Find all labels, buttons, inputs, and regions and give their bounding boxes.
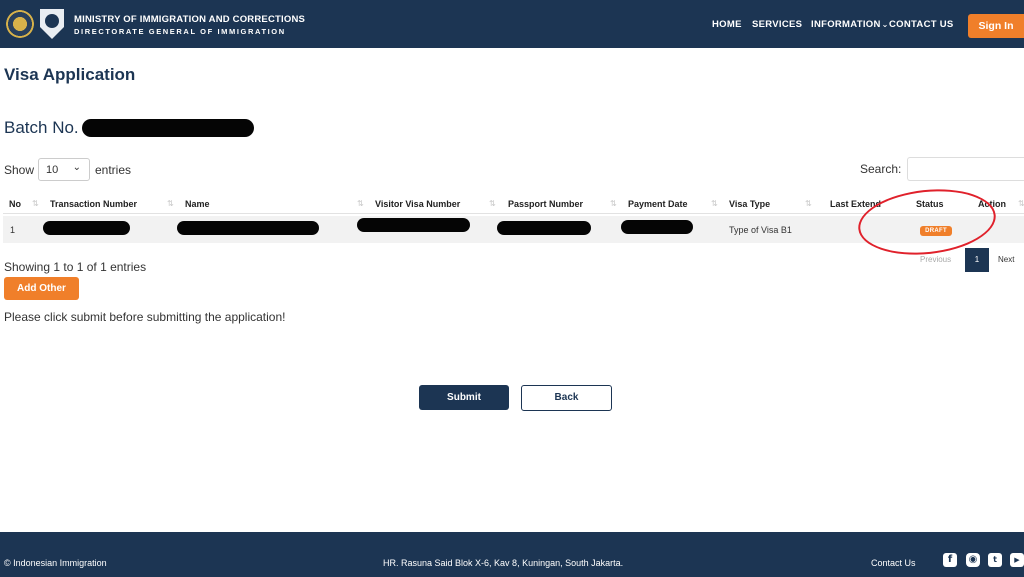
chevron-down-icon: ⌄ [72, 162, 81, 173]
immigration-shield-icon [40, 9, 64, 39]
column-header-passport-number[interactable]: Passport Number [508, 199, 583, 209]
column-header-visa-type[interactable]: Visa Type [729, 199, 770, 209]
search-input[interactable] [907, 157, 1024, 181]
nav-information-label: INFORMATION [811, 19, 881, 30]
top-header: MINISTRY OF IMMIGRATION AND CORRECTIONS … [0, 0, 1024, 48]
show-label: Show [4, 163, 35, 177]
batch-label: Batch No. [4, 118, 79, 137]
sign-in-button[interactable]: Sign In [968, 14, 1024, 38]
column-header-no[interactable]: No [9, 199, 21, 209]
redaction-name [177, 221, 319, 235]
sort-icon[interactable]: ⇅ [711, 199, 718, 208]
entries-label: entries [95, 163, 132, 177]
sort-icon[interactable]: ⇅ [1018, 199, 1024, 208]
nav-home[interactable]: HOME [712, 19, 742, 30]
column-header-visitor-visa-number[interactable]: Visitor Visa Number [375, 199, 460, 209]
redaction-batch-number [82, 119, 254, 137]
facebook-icon[interactable]: f [943, 553, 957, 567]
table-header-divider [3, 213, 1024, 214]
entries-select[interactable]: 10 ⌄ [38, 158, 90, 181]
redaction-visitor-visa-number [357, 218, 470, 232]
submit-notice: Please click submit before submitting th… [4, 310, 286, 324]
nav-services[interactable]: SERVICES [752, 19, 802, 30]
footer-copyright: © Indonesian Immigration [4, 558, 107, 568]
chevron-down-icon: ⌄ [881, 20, 889, 29]
sort-icon[interactable]: ⇅ [357, 199, 364, 208]
cell-visa-type: Type of Visa B1 [729, 225, 792, 235]
sort-icon[interactable]: ⇅ [32, 199, 39, 208]
redaction-payment-date [621, 220, 693, 234]
column-header-status[interactable]: Status [916, 199, 944, 209]
column-header-last-extend[interactable]: Last Extend [830, 199, 884, 209]
table-info: Showing 1 to 1 of 1 entries [4, 260, 147, 274]
twitter-icon[interactable]: t [988, 553, 1002, 567]
sort-icon[interactable]: ⇅ [489, 199, 496, 208]
pagination-previous[interactable]: Previous [920, 255, 951, 264]
pagination-next[interactable]: Next [998, 255, 1014, 264]
submit-button[interactable]: Submit [419, 385, 509, 410]
status-badge: DRAFT [920, 226, 952, 236]
column-header-action[interactable]: Action [978, 199, 1006, 209]
sort-icon[interactable]: ⇅ [805, 199, 812, 208]
youtube-icon[interactable]: ▶ [1010, 553, 1024, 567]
nav-information[interactable]: INFORMATION⌄ [811, 19, 889, 30]
sort-icon[interactable]: ⇅ [610, 199, 617, 208]
column-header-transaction-number[interactable]: Transaction Number [50, 199, 137, 209]
footer [0, 532, 1024, 577]
search-label: Search: [860, 162, 902, 176]
page-title: Visa Application [4, 65, 136, 84]
redaction-passport-number [497, 221, 591, 235]
cell-no: 1 [10, 225, 16, 235]
redaction-transaction-number [43, 221, 130, 235]
ministry-emblem-icon [6, 10, 34, 38]
entries-select-value: 10 [46, 164, 59, 176]
add-other-button[interactable]: Add Other [4, 277, 79, 300]
nav-contact-us[interactable]: CONTACT US [889, 19, 954, 30]
column-header-payment-date[interactable]: Payment Date [628, 199, 688, 209]
pagination-page-1[interactable]: 1 [965, 248, 989, 272]
column-header-name[interactable]: Name [185, 199, 210, 209]
brand-subtitle: DIRECTORATE GENERAL OF IMMIGRATION [74, 27, 286, 36]
back-button[interactable]: Back [521, 385, 612, 411]
instagram-icon[interactable]: ◉ [966, 553, 980, 567]
brand-title: MINISTRY OF IMMIGRATION AND CORRECTIONS [74, 14, 306, 25]
sort-icon[interactable]: ⇅ [167, 199, 174, 208]
footer-address: HR. Rasuna Said Blok X-6, Kav 8, Kuninga… [383, 558, 624, 568]
footer-contact-us[interactable]: Contact Us [871, 558, 916, 568]
